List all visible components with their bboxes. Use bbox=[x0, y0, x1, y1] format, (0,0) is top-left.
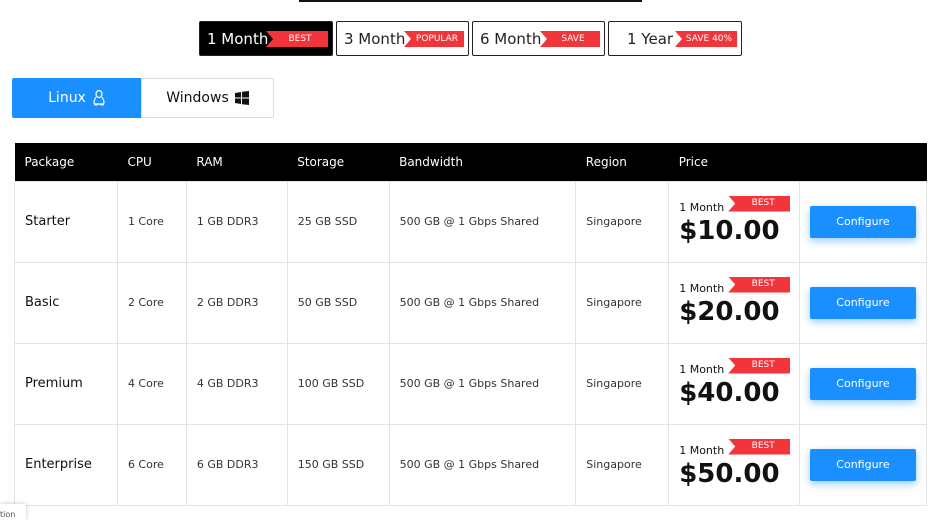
storage-value: 25 GB SSD bbox=[286, 180, 390, 263]
action-cell: Configure bbox=[798, 342, 928, 425]
cpu-value: 6 Core bbox=[116, 423, 187, 506]
table-row: Enterprise 6 Core 6 GB DDR3 150 GB SSD 5… bbox=[14, 423, 928, 506]
os-tabs: Linux Windows bbox=[12, 78, 274, 118]
table-row: Starter 1 Core 1 GB DDR3 25 GB SSD 500 G… bbox=[14, 180, 928, 263]
price-badge: BEST bbox=[728, 438, 791, 455]
bandwidth-value: 500 GB @ 1 Gbps Shared bbox=[388, 423, 577, 506]
ram-value: 2 GB DDR3 bbox=[185, 261, 288, 344]
package-name: Premium bbox=[14, 342, 118, 425]
price-cell: 1 Month BEST $40.00 bbox=[668, 342, 800, 425]
period-tab-6-month[interactable]: 6 Month SAVE 30% bbox=[472, 21, 605, 56]
period-tab-1-month[interactable]: 1 Month BEST bbox=[199, 21, 333, 56]
ram-value: 1 GB DDR3 bbox=[185, 180, 288, 263]
price-term: 1 Month bbox=[679, 362, 725, 376]
price-badge: BEST bbox=[728, 276, 791, 293]
price-cell: 1 Month BEST $10.00 bbox=[668, 180, 800, 263]
price-term: 1 Month bbox=[679, 281, 725, 295]
period-badge: POPULAR bbox=[404, 31, 464, 47]
period-tab-3-month[interactable]: 3 Month POPULAR bbox=[336, 21, 469, 56]
price-cell: 1 Month BEST $50.00 bbox=[668, 423, 800, 506]
period-badge: SAVE 30% bbox=[540, 31, 600, 47]
linux-tux-icon bbox=[93, 90, 105, 106]
period-tab-1-year[interactable]: 1 Year SAVE 40% bbox=[608, 21, 742, 56]
ram-value: 6 GB DDR3 bbox=[185, 423, 288, 506]
package-name: Enterprise bbox=[14, 423, 118, 506]
action-cell: Configure bbox=[798, 261, 928, 344]
period-tab-label: 3 Month bbox=[344, 30, 406, 48]
header-action bbox=[799, 143, 927, 181]
action-cell: Configure bbox=[798, 423, 928, 506]
header-storage: Storage bbox=[287, 143, 390, 181]
windows-logo-icon bbox=[234, 91, 249, 105]
cpu-value: 2 Core bbox=[116, 261, 187, 344]
table-row: Premium 4 Core 4 GB DDR3 100 GB SSD 500 … bbox=[14, 342, 928, 425]
period-badge: BEST bbox=[266, 31, 328, 47]
storage-value: 50 GB SSD bbox=[286, 261, 390, 344]
table-header-row: Package CPU RAM Storage Bandwidth Region… bbox=[14, 143, 927, 181]
header-package: Package bbox=[14, 143, 118, 181]
price-amount: $10.00 bbox=[679, 215, 780, 246]
price-amount: $40.00 bbox=[679, 377, 780, 408]
storage-value: 150 GB SSD bbox=[286, 423, 390, 506]
top-divider bbox=[299, 0, 642, 2]
floating-corner-tab[interactable]: tion bbox=[0, 504, 26, 520]
table-row: Basic 2 Core 2 GB DDR3 50 GB SSD 500 GB … bbox=[14, 261, 928, 344]
pricing-table: Package CPU RAM Storage Bandwidth Region… bbox=[14, 143, 928, 506]
os-tab-label: Windows bbox=[166, 90, 229, 106]
price-term: 1 Month bbox=[679, 443, 725, 457]
header-price: Price bbox=[668, 143, 800, 181]
price-badge: BEST bbox=[728, 195, 791, 212]
storage-value: 100 GB SSD bbox=[286, 342, 390, 425]
region-value: Singapore bbox=[575, 261, 670, 344]
header-cpu: CPU bbox=[117, 143, 187, 181]
os-tab-label: Linux bbox=[48, 90, 86, 106]
header-region: Region bbox=[575, 143, 669, 181]
header-ram: RAM bbox=[186, 143, 288, 181]
price-amount: $20.00 bbox=[679, 296, 780, 327]
period-badge: SAVE 40% bbox=[675, 31, 737, 47]
configure-button[interactable]: Configure bbox=[809, 367, 916, 400]
package-name: Basic bbox=[14, 261, 118, 344]
price-badge: BEST bbox=[728, 357, 791, 374]
configure-button[interactable]: Configure bbox=[809, 205, 916, 238]
region-value: Singapore bbox=[575, 342, 670, 425]
configure-button[interactable]: Configure bbox=[809, 286, 916, 319]
price-term: 1 Month bbox=[679, 200, 725, 214]
billing-period-tabs: 1 Month BEST 3 Month POPULAR 6 Month SAV… bbox=[199, 21, 744, 58]
period-tab-label: 1 Month bbox=[207, 30, 269, 48]
configure-button[interactable]: Configure bbox=[809, 448, 916, 481]
price-cell: 1 Month BEST $20.00 bbox=[668, 261, 800, 344]
header-bandwidth: Bandwidth bbox=[389, 143, 576, 181]
action-cell: Configure bbox=[798, 180, 928, 263]
bandwidth-value: 500 GB @ 1 Gbps Shared bbox=[388, 342, 577, 425]
package-name: Starter bbox=[14, 180, 118, 263]
os-tab-windows[interactable]: Windows bbox=[141, 78, 274, 118]
period-tab-label: 6 Month bbox=[480, 30, 542, 48]
period-tab-label: 1 Year bbox=[627, 30, 674, 48]
bandwidth-value: 500 GB @ 1 Gbps Shared bbox=[388, 261, 577, 344]
bandwidth-value: 500 GB @ 1 Gbps Shared bbox=[388, 180, 577, 263]
ram-value: 4 GB DDR3 bbox=[185, 342, 288, 425]
os-tab-linux[interactable]: Linux bbox=[12, 78, 142, 118]
price-amount: $50.00 bbox=[679, 458, 780, 489]
region-value: Singapore bbox=[575, 180, 670, 263]
region-value: Singapore bbox=[575, 423, 670, 506]
cpu-value: 4 Core bbox=[116, 342, 187, 425]
cpu-value: 1 Core bbox=[116, 180, 187, 263]
